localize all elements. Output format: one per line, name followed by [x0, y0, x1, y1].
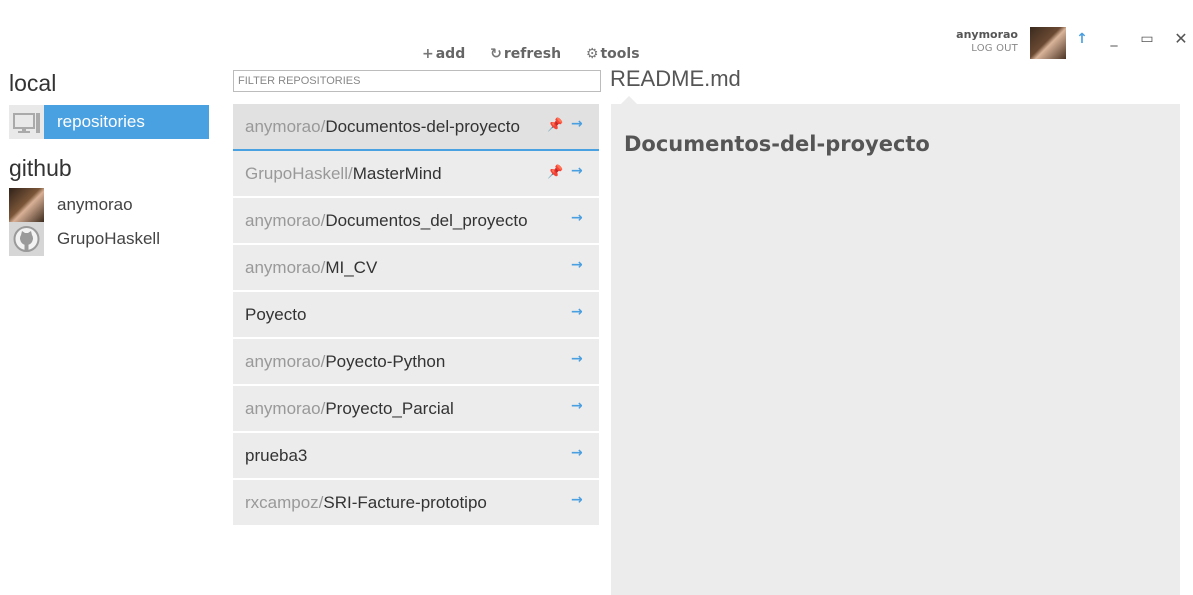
- repo-row[interactable]: anymorao/Documentos_del_proyecto →: [233, 198, 599, 245]
- maximize-icon[interactable]: ▭: [1138, 30, 1156, 48]
- github-client-window: anymorao LOG OUT ↑ _ ▭ ✕ local repositor…: [0, 0, 1193, 595]
- sidebar-item-label: repositories: [57, 112, 145, 131]
- github-octocat-icon: [9, 222, 44, 256]
- computer-icon: [9, 105, 44, 139]
- sync-icon[interactable]: ↑: [1073, 30, 1091, 48]
- repo-full-name: rxcampoz/SRI-Facture-prototipo: [245, 493, 535, 513]
- arrow-right-icon[interactable]: →: [571, 492, 583, 508]
- repo-full-name: Poyecto: [245, 305, 535, 325]
- repo-owner: GrupoHaskell/: [245, 164, 353, 183]
- tools-button[interactable]: ⚙ tools: [586, 46, 650, 62]
- add-label: add: [435, 46, 466, 62]
- repo-row[interactable]: prueba3 →: [233, 433, 599, 480]
- readme-pointer: [621, 96, 637, 104]
- readme-heading: Documentos-del-proyecto: [624, 132, 930, 156]
- repo-toolbar: + add ↻ refresh ⚙ tools: [422, 46, 660, 62]
- arrow-right-icon[interactable]: →: [571, 257, 583, 273]
- repo-owner: anymorao/: [245, 352, 326, 371]
- repo-name: SRI-Facture-prototipo: [323, 493, 487, 512]
- filter-repositories-input[interactable]: [233, 70, 601, 92]
- repo-name: MI_CV: [325, 258, 378, 277]
- repo-name: Poyecto: [245, 305, 307, 324]
- repo-row[interactable]: rxcampoz/SRI-Facture-prototipo →: [233, 480, 599, 527]
- repo-name: MasterMind: [352, 164, 442, 183]
- repo-row[interactable]: GrupoHaskell/MasterMind 📌 →: [233, 151, 599, 198]
- pin-icon[interactable]: 📌: [547, 165, 563, 180]
- current-user-name: anymorao: [956, 28, 1018, 41]
- user-avatar: [9, 188, 44, 222]
- arrow-right-icon[interactable]: →: [571, 116, 583, 132]
- repo-full-name: anymorao/Documentos_del_proyecto: [245, 211, 535, 231]
- close-icon[interactable]: ✕: [1172, 30, 1190, 48]
- refresh-icon: ↻: [490, 46, 502, 62]
- repo-row[interactable]: anymorao/Poyecto-Python →: [233, 339, 599, 386]
- sidebar-item-repositories[interactable]: repositories: [9, 105, 209, 139]
- readme-content: Documentos-del-proyecto: [611, 104, 1180, 595]
- repo-row[interactable]: anymorao/MI_CV →: [233, 245, 599, 292]
- sidebar-item-label: anymorao: [57, 195, 133, 214]
- repo-full-name: anymorao/Proyecto_Parcial: [245, 399, 535, 419]
- repo-owner: anymorao/: [245, 117, 326, 136]
- logout-link[interactable]: LOG OUT: [971, 43, 1018, 54]
- repo-owner: anymorao/: [245, 258, 326, 277]
- refresh-label: refresh: [503, 46, 562, 62]
- arrow-right-icon[interactable]: →: [571, 304, 583, 320]
- sidebar-item-grupohaskell[interactable]: GrupoHaskell: [9, 222, 209, 256]
- repo-owner: anymorao/: [245, 399, 326, 418]
- repo-name: Documentos_del_proyecto: [325, 211, 528, 230]
- repo-name: Proyecto_Parcial: [325, 399, 454, 418]
- gear-icon: ⚙: [585, 46, 599, 62]
- repo-full-name: anymorao/Documentos-del-proyecto: [245, 117, 535, 137]
- minimize-icon[interactable]: _: [1105, 30, 1123, 48]
- local-section-title: local: [9, 70, 57, 96]
- repo-name: prueba3: [245, 446, 308, 465]
- repo-row[interactable]: anymorao/Documentos-del-proyecto 📌 →: [233, 104, 599, 151]
- arrow-right-icon[interactable]: →: [571, 210, 583, 226]
- repo-full-name: anymorao/Poyecto-Python: [245, 352, 535, 372]
- arrow-right-icon[interactable]: →: [571, 445, 583, 461]
- repo-full-name: anymorao/MI_CV: [245, 258, 535, 278]
- repository-list: anymorao/Documentos-del-proyecto 📌 → Gru…: [233, 104, 599, 527]
- repo-full-name: prueba3: [245, 446, 535, 466]
- arrow-right-icon[interactable]: →: [571, 163, 583, 179]
- refresh-button[interactable]: ↻ refresh: [490, 46, 571, 62]
- repo-full-name: GrupoHaskell/MasterMind: [245, 164, 535, 184]
- current-user-avatar[interactable]: [1030, 27, 1066, 59]
- sidebar-item-anymorao[interactable]: anymorao: [9, 188, 209, 222]
- repo-row[interactable]: Poyecto →: [233, 292, 599, 339]
- plus-icon: +: [422, 46, 434, 62]
- tools-label: tools: [600, 46, 640, 62]
- arrow-right-icon[interactable]: →: [571, 398, 583, 414]
- repo-name: Poyecto-Python: [325, 352, 446, 371]
- sidebar-item-label: GrupoHaskell: [57, 229, 160, 248]
- readme-title: README.md: [610, 66, 741, 91]
- repo-owner: anymorao/: [245, 211, 326, 230]
- pin-icon[interactable]: 📌: [547, 118, 563, 133]
- repo-row[interactable]: anymorao/Proyecto_Parcial →: [233, 386, 599, 433]
- github-section-title: github: [9, 155, 72, 181]
- add-button[interactable]: + add: [422, 46, 475, 62]
- arrow-right-icon[interactable]: →: [571, 351, 583, 367]
- repo-owner: rxcampoz/: [245, 493, 324, 512]
- repo-name: Documentos-del-proyecto: [325, 117, 520, 136]
